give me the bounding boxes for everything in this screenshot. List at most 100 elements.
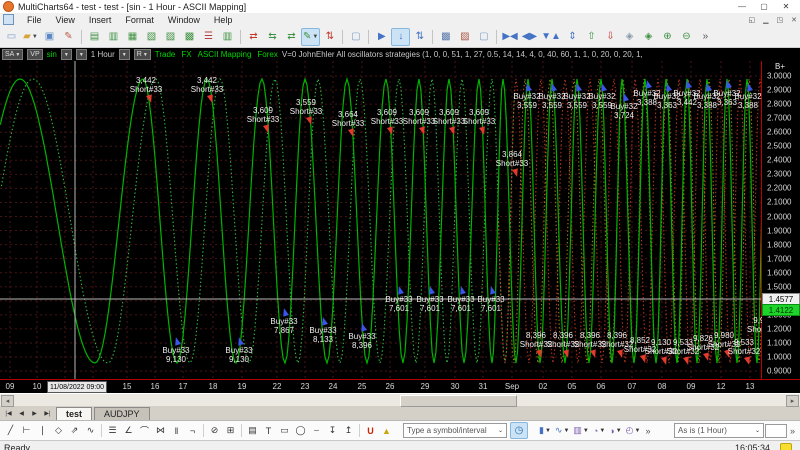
menu-format[interactable]: Format — [118, 15, 161, 25]
send-chart-icon[interactable]: ▨ — [455, 28, 474, 46]
mdi-close-icon[interactable]: ✕ — [791, 16, 797, 24]
edit-workspace-icon[interactable]: ✎ — [59, 28, 78, 46]
scroll-chart-icon[interactable]: ↓ — [391, 28, 410, 46]
quote-manager-icon[interactable]: ☰ — [199, 28, 218, 46]
save-workspace-icon[interactable]: ▣ — [40, 28, 59, 46]
tab-nav-button-0[interactable]: |◀ — [2, 408, 15, 419]
arrow-down-marker-icon[interactable]: ↧ — [325, 423, 340, 438]
volume-profile-button[interactable]: VP — [27, 49, 42, 60]
snap-icon[interactable]: ▲ — [379, 423, 394, 438]
tab-test[interactable]: test — [56, 407, 92, 420]
alerts-icon[interactable]: ▢ — [474, 28, 493, 46]
menu-insert[interactable]: Insert — [82, 15, 119, 25]
drawbar-overflow2-icon[interactable]: » — [788, 426, 797, 436]
grid-icon[interactable]: ⊞ — [223, 423, 238, 438]
mdi-restore-icon[interactable]: ◳ — [777, 16, 784, 24]
arc-icon[interactable]: ⌒ — [137, 423, 152, 438]
curve-tool-icon[interactable]: ⌣ — [309, 423, 324, 438]
format-study-icon[interactable]: ▧ — [142, 28, 161, 46]
order-marker[interactable]: B+ — [775, 62, 785, 71]
rectangle-tool-icon[interactable]: ▭ — [277, 423, 292, 438]
drawbar-overflow-icon[interactable]: » — [643, 426, 652, 436]
trend-angle-icon[interactable]: ∠ — [121, 423, 136, 438]
increase-spacing-icon[interactable]: ⇧ — [582, 28, 601, 46]
price-axis[interactable]: B+ 3.00002.90002.80002.70002.60002.50002… — [762, 61, 800, 379]
menu-help[interactable]: Help — [207, 15, 240, 25]
time-sales-button[interactable]: ◴▼ — [624, 423, 643, 438]
insert-symbol-icon[interactable]: ▤ — [85, 28, 104, 46]
format-symbol-icon[interactable]: ▦ — [123, 28, 142, 46]
chart-area[interactable]: 3,442Short#333,442Short#333,609Short#333… — [0, 61, 800, 379]
scrollbar-thumb[interactable] — [400, 395, 517, 407]
format-strategy-icon[interactable]: ▨ — [161, 28, 180, 46]
symbol-dropdown[interactable]: ▼ — [61, 49, 72, 60]
pitchfork-icon[interactable]: ⋈ — [153, 423, 168, 438]
chart-trading-icon[interactable]: ⇆ — [263, 28, 282, 46]
new-message-icon[interactable]: ▭ — [2, 28, 21, 46]
snapshot-icon[interactable]: ▩ — [436, 28, 455, 46]
polyline-icon[interactable]: ∿ — [83, 423, 98, 438]
horizontal-scrollbar[interactable]: ◂ ▸ — [0, 393, 800, 406]
arrow-line-icon[interactable]: ⇗ — [67, 423, 82, 438]
market-depth-button[interactable]: ◑▼ — [607, 423, 623, 438]
close-button[interactable]: ✕ — [775, 1, 797, 12]
resolution-button[interactable]: R▼ — [134, 49, 151, 60]
insert-line-study-button[interactable]: ∿▼ — [553, 423, 572, 438]
toolbar-overflow-icon[interactable]: » — [696, 28, 715, 46]
scaling-mode-button[interactable]: SA▼ — [2, 49, 23, 60]
arrow-up-marker-icon[interactable]: ↥ — [341, 423, 356, 438]
note-icon[interactable]: ▤ — [245, 423, 260, 438]
fib-retracement-icon[interactable]: ☰ — [105, 423, 120, 438]
gann-fan-icon[interactable]: ¬ — [185, 423, 200, 438]
maximize-button[interactable]: ▢ — [753, 1, 775, 12]
symbol-name[interactable]: sin — [47, 50, 57, 59]
shift-right-icon[interactable]: ◈ — [639, 28, 658, 46]
text-tool-icon[interactable]: T — [261, 423, 276, 438]
zoom-in-icon[interactable]: ⊕ — [658, 28, 677, 46]
chart-window-icon[interactable] — [3, 14, 14, 25]
time-axis[interactable]: 11/08/2022 09:00 09101516171819222324252… — [0, 379, 800, 393]
mdi-minimize-icon[interactable]: ▁ — [763, 16, 768, 24]
shift-left-icon[interactable]: ◈ — [620, 28, 639, 46]
order-entry-icon[interactable]: ⇅ — [320, 28, 339, 46]
menu-window[interactable]: Window — [161, 15, 207, 25]
trendline-icon[interactable]: ╱ — [3, 423, 18, 438]
decrease-spacing-icon[interactable]: ⇩ — [601, 28, 620, 46]
pointer-mode-icon[interactable]: ▶ — [372, 28, 391, 46]
tab-nav-button-3[interactable]: ▶| — [41, 408, 54, 419]
ellipse-tool-icon[interactable]: ◯ — [293, 423, 308, 438]
open-workspace-icon[interactable]: ▰▼ — [21, 28, 40, 46]
auto-trading-icon[interactable]: ⇄ — [244, 28, 263, 46]
drawing-select-icon[interactable]: ✎▼ — [301, 28, 320, 46]
series-dropdown[interactable]: ▼ — [76, 49, 87, 60]
insert-study-icon[interactable]: ▥ — [104, 28, 123, 46]
horizontal-line-icon[interactable]: ⊢ — [19, 423, 34, 438]
clock-button[interactable]: ◷ — [510, 422, 528, 439]
interval-dropdown[interactable]: ▼ — [119, 49, 130, 60]
quick-edit-box[interactable] — [765, 424, 787, 438]
crossline-icon[interactable]: ⊘ — [207, 423, 222, 438]
portfolio-trader-icon[interactable]: ▥ — [218, 28, 237, 46]
magnet-icon[interactable]: U — [363, 423, 378, 438]
insert-indicator-button[interactable]: ▮▼ — [537, 423, 553, 438]
menu-view[interactable]: View — [49, 15, 82, 25]
cycle-lines-icon[interactable]: ‖ — [169, 423, 184, 438]
compress-scale-icon[interactable]: ▼▲ — [539, 28, 563, 46]
menu-file[interactable]: File — [20, 15, 49, 25]
scroll-left-button[interactable]: ◂ — [1, 395, 14, 407]
strategy-orders-icon[interactable]: ⇄ — [282, 28, 301, 46]
watchlist-button[interactable]: ◔▼ — [591, 423, 607, 438]
insert-strategy-button[interactable]: ▥▼ — [571, 423, 590, 438]
resolution-select[interactable]: As is (1 Hour) ⌄ — [674, 423, 764, 438]
step-back-icon[interactable]: ▶◀ — [500, 28, 519, 46]
expand-scale-icon[interactable]: ⇕ — [563, 28, 582, 46]
interval-label[interactable]: 1 Hour — [91, 50, 115, 59]
tab-audjpy[interactable]: AUDJPY — [94, 407, 150, 420]
tab-nav-button-2[interactable]: ▶ — [28, 408, 41, 419]
vertical-scale-icon[interactable]: ⇅ — [410, 28, 429, 46]
step-forward-icon[interactable]: ◀▶ — [520, 28, 539, 46]
mdi-restore-down-icon[interactable]: ◱ — [748, 16, 755, 24]
format-window-icon[interactable]: ▩ — [180, 28, 199, 46]
data-window-icon[interactable]: ▢ — [346, 28, 365, 46]
zoom-out-icon[interactable]: ⊖ — [677, 28, 696, 46]
